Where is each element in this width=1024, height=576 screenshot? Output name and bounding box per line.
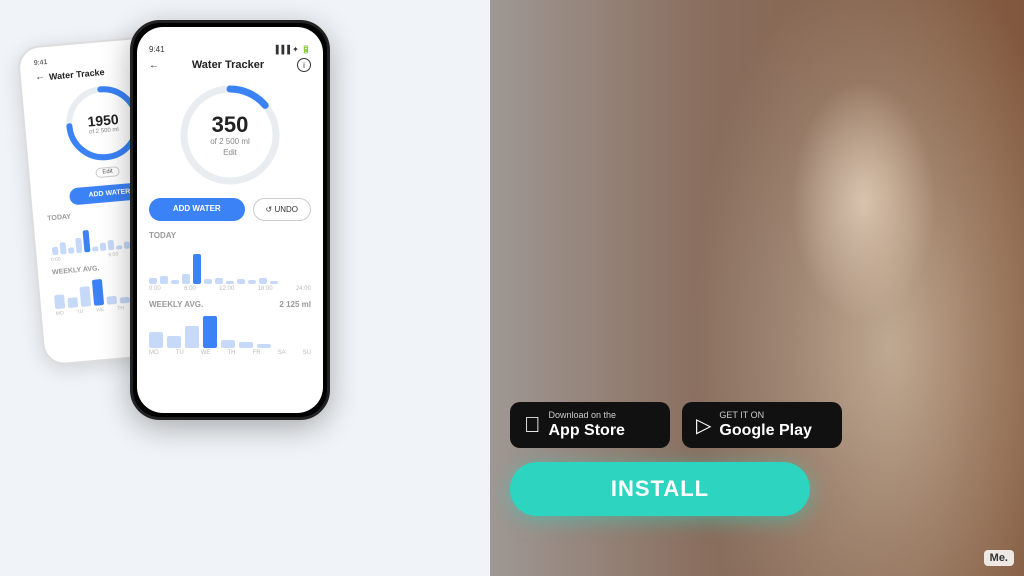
wbar-item: [120, 297, 130, 304]
bar-f-item: [171, 280, 179, 284]
front-today-section: TODAY: [149, 231, 311, 292]
front-circle-chart: 350 of 2 500 ml Edit: [175, 80, 285, 190]
front-day-labels: MO TU WE TH FR SA SU: [149, 350, 311, 356]
front-weekly-label: WEEKLY AVG.: [149, 300, 203, 309]
wbar-f-item: [149, 332, 163, 348]
bar-item: [75, 238, 82, 253]
info-icon[interactable]: i: [297, 58, 311, 72]
front-add-water-btn[interactable]: ADD WATER: [149, 198, 245, 221]
bar-f-item: [204, 279, 212, 284]
front-weekly-bars: [149, 313, 311, 348]
bar-f-item: [259, 278, 267, 284]
bar-f-item: [237, 279, 245, 284]
app-store-pre-text: Download on the: [549, 410, 625, 421]
bar-item: [68, 247, 75, 254]
bar-item: [108, 240, 115, 250]
front-phone-title: Water Tracker: [192, 59, 264, 71]
front-edit[interactable]: Edit: [210, 148, 250, 157]
bar-f-item: [160, 276, 168, 284]
app-store-button[interactable]:  Download on the App Store: [510, 402, 670, 448]
wbar-f-active: [203, 316, 217, 348]
app-store-main-text: App Store: [549, 421, 625, 440]
wbar-item: [106, 296, 117, 305]
wbar-item: [54, 294, 65, 309]
front-undo-btn[interactable]: ↺ UNDO: [253, 198, 311, 221]
front-bar-chart: [149, 244, 311, 284]
front-amount: 350: [210, 113, 250, 137]
wbar-item: [79, 286, 91, 307]
google-play-pre-text: GET IT ON: [719, 410, 811, 421]
cta-area:  Download on the App Store ▷ GET IT ON …: [510, 402, 1004, 516]
bar-f-item: [248, 280, 256, 284]
wbar-f-item: [239, 342, 253, 348]
bar-item: [60, 242, 67, 254]
front-today-label: TODAY: [149, 231, 311, 240]
front-sub: of 2 500 ml: [210, 137, 250, 146]
google-play-icon: ▷: [696, 413, 711, 438]
left-panel: 9:41 ▐▐ ✦ ← Water Tracke 1950 of 2 500 m…: [0, 0, 490, 576]
bar-f-item: [182, 274, 190, 284]
bar-f-item: [270, 281, 278, 284]
install-button[interactable]: INSTALL: [510, 462, 810, 516]
front-weekly-section: WEEKLY AVG. 2 125 ml MO TU: [149, 300, 311, 356]
wbar-item: [67, 297, 78, 308]
phone-front: 9:41 ▐▐▐ ✦ 🔋 ← Water Tracker i 350 of 2: [130, 20, 330, 420]
bar-f-item: [226, 281, 234, 284]
front-status-icons: ▐▐▐ ✦ 🔋: [273, 45, 311, 54]
back-status-time: 9:41: [34, 59, 48, 68]
bar-f-item: [149, 278, 157, 284]
front-weekly-header: WEEKLY AVG. 2 125 ml: [149, 300, 311, 309]
google-play-button[interactable]: ▷ GET IT ON Google Play: [682, 402, 842, 448]
bar-item: [116, 245, 122, 250]
bar-item: [52, 247, 59, 255]
wbar-f-item: [257, 344, 271, 348]
bar-item: [92, 246, 98, 252]
front-status-time: 9:41: [149, 45, 165, 54]
bar-item: [100, 243, 107, 251]
right-panel:  Download on the App Store ▷ GET IT ON …: [490, 0, 1024, 576]
back-edit-btn[interactable]: Edit: [95, 166, 120, 178]
bar-f-item: [215, 278, 223, 284]
back-phone-title: Water Tracke: [49, 67, 105, 82]
wbar-f-item: [185, 326, 199, 348]
wbar-f-item: [167, 336, 181, 348]
front-phone-screen: 9:41 ▐▐▐ ✦ 🔋 ← Water Tracker i 350 of 2: [137, 27, 323, 413]
watermark-badge: Me.: [984, 550, 1014, 566]
front-time-labels: 0:00 6:00 12:00 18:00 24:00: [149, 286, 311, 292]
apple-icon: : [524, 412, 541, 438]
bar-f-active: [193, 254, 201, 284]
wbar-f-item: [221, 340, 235, 348]
front-weekly-value: 2 125 ml: [279, 300, 311, 309]
app-store-text: Download on the App Store: [549, 410, 625, 440]
wbar-item-active: [92, 279, 104, 306]
google-play-text: GET IT ON Google Play: [719, 410, 811, 440]
google-play-main-text: Google Play: [719, 421, 811, 440]
store-buttons:  Download on the App Store ▷ GET IT ON …: [510, 402, 1004, 448]
bar-item-active: [83, 230, 91, 252]
front-back-icon[interactable]: ←: [149, 60, 159, 71]
front-action-buttons: ADD WATER ↺ UNDO: [149, 198, 311, 221]
back-button-icon: ←: [35, 71, 46, 83]
